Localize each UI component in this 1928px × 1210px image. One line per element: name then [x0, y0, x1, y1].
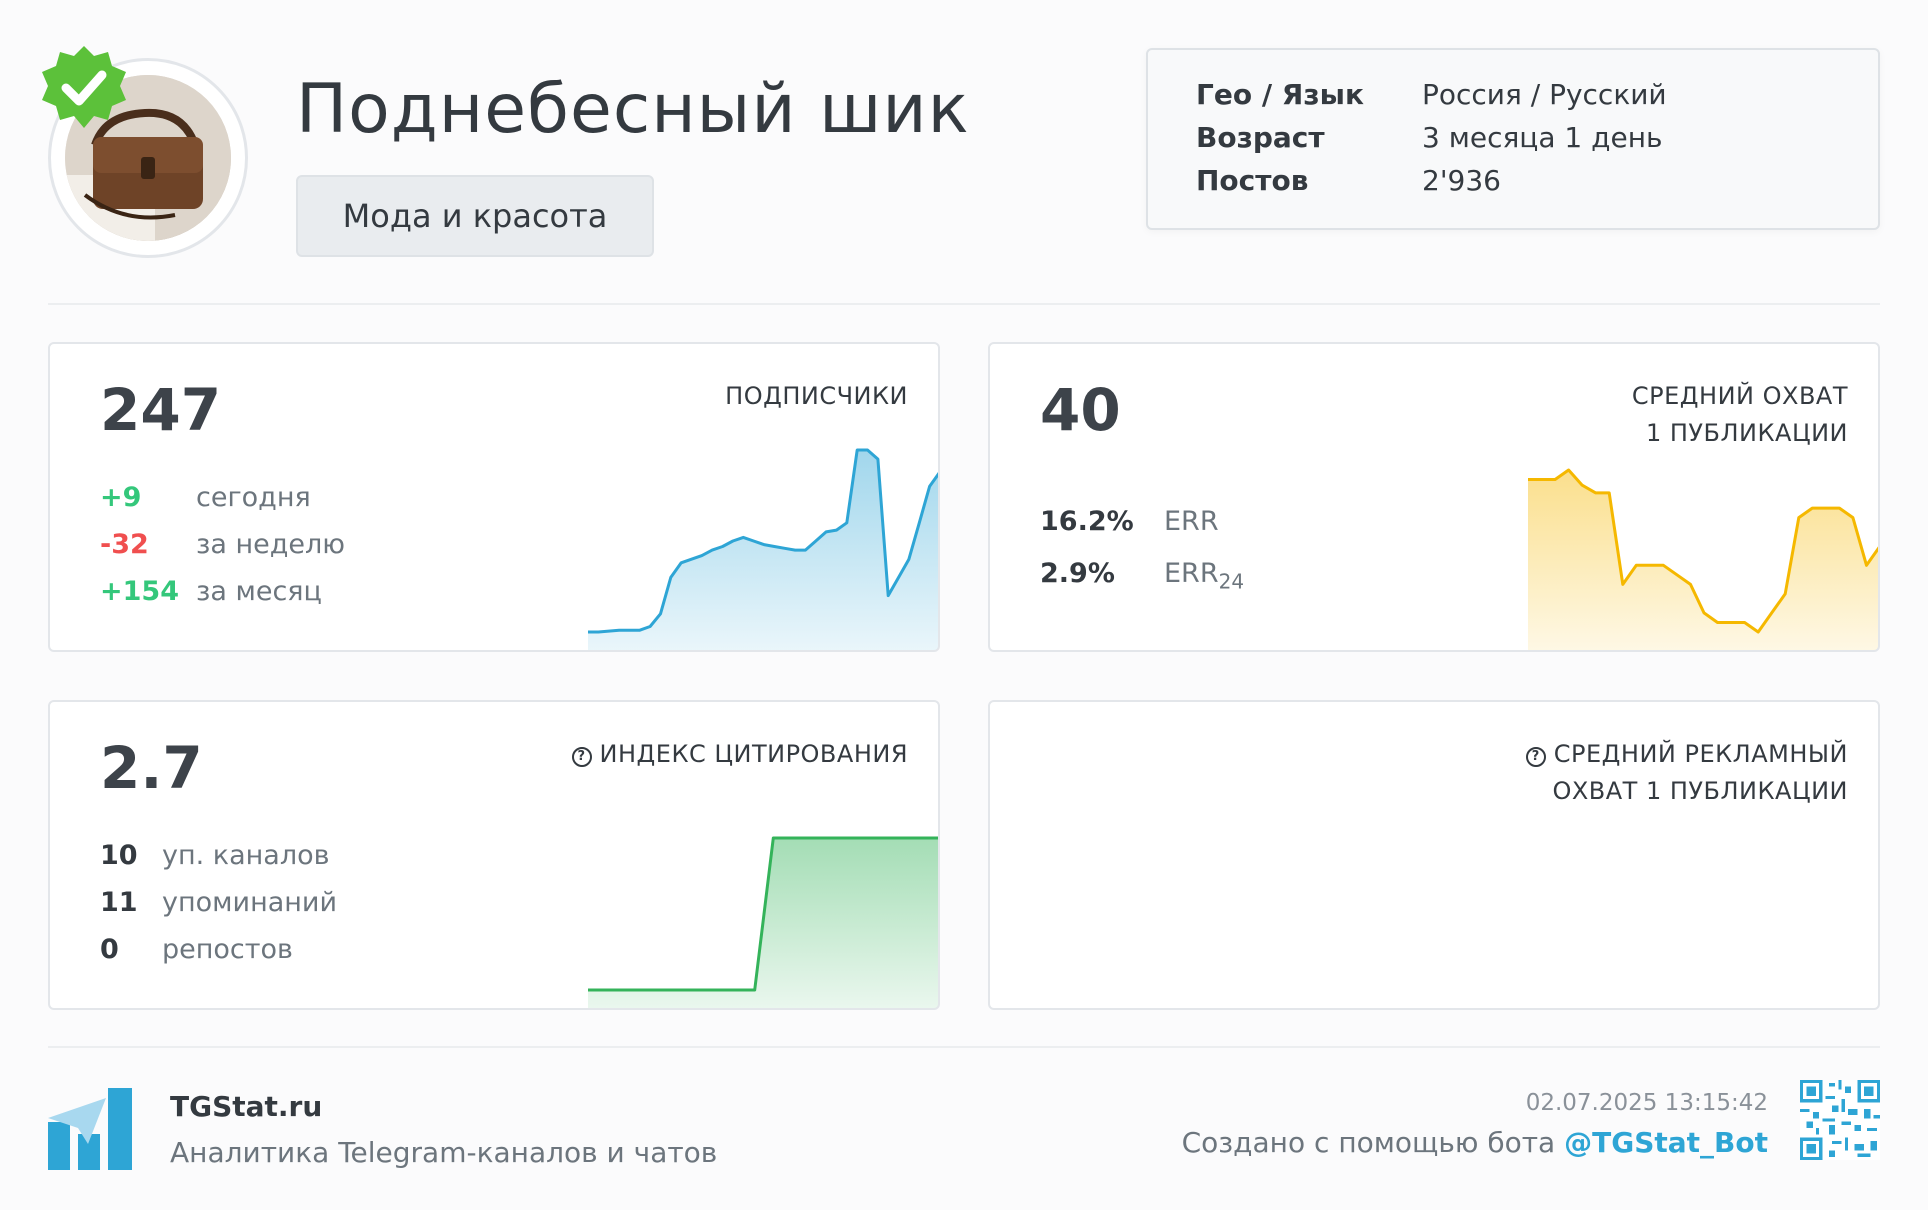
channels-label: уп. каналов [162, 840, 330, 871]
posts-label: Постов [1196, 164, 1309, 197]
subscribers-card: 247 ПОДПИСЧИКИ +9 сегодня -32 за неделю +1… [48, 342, 940, 652]
info-row-posts: Постов 2'936 [1196, 164, 1501, 197]
created-with: Создано с помощью бота @TGStat_Bot [1182, 1126, 1768, 1159]
today-delta: +9 [100, 482, 142, 513]
err-label: ERR [1164, 506, 1219, 537]
reach-sparkline [1528, 468, 1878, 650]
subscribers-area [588, 450, 938, 650]
err24-label: ERR [1164, 558, 1219, 589]
week-delta: -32 [100, 529, 149, 560]
citation-label: ИНДЕКС ЦИТИРОВАНИЯ [599, 740, 908, 768]
channels-value: 10 [100, 840, 138, 871]
subscribers-week: -32 за неделю [100, 529, 345, 560]
subscribers-today: +9 сегодня [100, 482, 311, 513]
footer-divider [48, 1046, 1880, 1048]
mentions-value: 11 [100, 887, 138, 918]
mentions-label: упоминаний [162, 887, 338, 918]
reach-label-line1: СРЕДНИЙ ОХВАТ [1631, 382, 1848, 410]
brand-tagline: Аналитика Telegram-каналов и чатов [170, 1136, 718, 1169]
help-icon[interactable]: ? [571, 747, 592, 767]
ad-reach-label-line1: СРЕДНИЙ РЕКЛАМНЫЙ [1553, 740, 1848, 768]
citation-label-wrap: ? ИНДЕКС ЦИТИРОВАНИЯ [571, 736, 908, 773]
bot-link[interactable]: @TGStat_Bot [1564, 1126, 1768, 1159]
err-row: 16.2% ERR [1040, 506, 1219, 537]
err24-subscript: 24 [1218, 569, 1245, 594]
avg_reach-area [1528, 470, 1878, 650]
subscribers-value: 247 [100, 376, 222, 444]
reach-label: СРЕДНИЙ ОХВАТ 1 ПУБЛИКАЦИИ [1632, 378, 1848, 452]
qr-code-icon [1800, 1080, 1880, 1160]
age-value: 3 месяца 1 день [1422, 121, 1663, 154]
ad-reach-label-line2: ОХВАТ 1 ПУБЛИКАЦИИ [1552, 777, 1848, 805]
citation-card: 2.7 ? ИНДЕКС ЦИТИРОВАНИЯ 10 уп. каналов 11… [48, 700, 940, 1010]
err24-row: 2.9% ERR24 [1040, 558, 1244, 593]
err-value: 16.2% [1040, 506, 1134, 537]
category-button[interactable]: Мода и красота [296, 175, 654, 257]
citation-mentions: 11 упоминаний [100, 887, 337, 918]
citation-sparkline [588, 836, 938, 1008]
help-icon[interactable]: ? [1525, 747, 1546, 767]
generated-date: 02.07.2025 13:15:42 [1525, 1090, 1768, 1116]
reposts-label: репостов [162, 934, 293, 965]
posts-value: 2'936 [1422, 164, 1501, 197]
reach-label-line2: 1 ПУБЛИКАЦИИ [1645, 419, 1848, 447]
month-label: за месяц [196, 576, 322, 607]
week-label: за неделю [196, 529, 346, 560]
reach-value: 40 [1040, 376, 1121, 444]
citation-reposts: 0 репостов [100, 934, 293, 965]
channel-info-card: Гео / Язык Россия / Русский Возраст 3 меся… [1146, 48, 1880, 230]
channel-title: Поднебесный шик [296, 70, 970, 149]
age-label: Возраст [1196, 121, 1325, 154]
err24-value: 2.9% [1040, 558, 1115, 589]
tgstat-logo-icon[interactable] [48, 1088, 132, 1170]
info-row-age: Возраст 3 месяца 1 день [1196, 121, 1663, 154]
today-label: сегодня [196, 482, 311, 513]
info-row-geo: Гео / Язык Россия / Русский [1196, 78, 1667, 111]
subscribers-label: ПОДПИСЧИКИ [725, 382, 908, 410]
reposts-value: 0 [100, 934, 119, 965]
created-text: Создано с помощью бота [1181, 1126, 1556, 1159]
month-delta: +154 [100, 576, 179, 607]
geo-value: Россия / Русский [1422, 78, 1667, 111]
header-divider [48, 303, 1880, 305]
ad-reach-card: ? СРЕДНИЙ РЕКЛАМНЫЙ ОХВАТ 1 ПУБЛИКАЦИИ [988, 700, 1880, 1010]
channel-avatar [42, 46, 248, 258]
verified-check-icon [42, 46, 126, 128]
citation-value: 2.7 [100, 734, 203, 802]
ad-reach-label: ? СРЕДНИЙ РЕКЛАМНЫЙ ОХВАТ 1 ПУБЛИКАЦИИ [1525, 736, 1848, 810]
brand-name[interactable]: TGStat.ru [170, 1090, 322, 1123]
citation-channels: 10 уп. каналов [100, 840, 330, 871]
geo-label: Гео / Язык [1196, 78, 1364, 111]
subscribers-month: +154 за месяц [100, 576, 322, 607]
reach-card: 40 СРЕДНИЙ ОХВАТ 1 ПУБЛИКАЦИИ 16.2% ERR 2… [988, 342, 1880, 652]
subscribers-sparkline [588, 448, 938, 650]
